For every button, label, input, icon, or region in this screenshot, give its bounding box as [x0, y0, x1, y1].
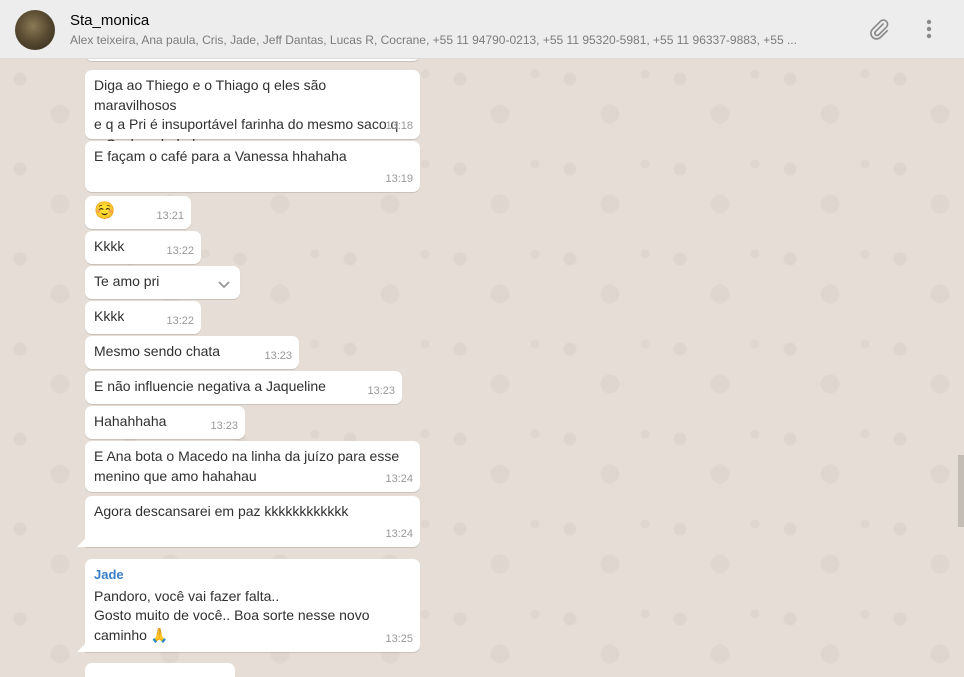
message-bubble[interactable]: Hahahhaha 13:23 — [85, 406, 245, 439]
message-time: 13:19 — [385, 172, 413, 185]
message-bubble[interactable]: E não influencie negativa a Jaqueline 13… — [85, 371, 402, 404]
message-bubble[interactable]: Kkkk 13:22 — [85, 301, 201, 334]
message-text: Te amo pri — [94, 273, 160, 289]
chat-header: Sta_monica Alex teixeira, Ana paula, Cri… — [0, 0, 964, 59]
menu-icon[interactable] — [916, 16, 942, 42]
group-avatar[interactable] — [15, 10, 55, 50]
message-text: E Ana bota o Macedo na linha da juízo pa… — [94, 448, 400, 484]
message-text: E não influencie negativa a Jaqueline — [94, 378, 326, 394]
message-time: 13:23 — [210, 419, 238, 432]
participants-list[interactable]: Alex teixeira, Ana paula, Cris, Jade, Je… — [70, 33, 845, 47]
message-time: 13:24 — [385, 527, 413, 540]
message-bubble[interactable]: E Ana bota o Macedo na linha da juízo pa… — [85, 441, 420, 492]
message-list[interactable]: Diga ao Thiego e o Thiago q eles são mar… — [0, 59, 964, 677]
message-time: 13:23 — [367, 384, 395, 397]
scrollbar[interactable] — [958, 455, 964, 527]
message-bubble[interactable]: Agora descansarei em paz kkkkkkkkkkkk 13… — [77, 496, 420, 547]
message-time: 13:25 — [385, 632, 413, 645]
message-bubble[interactable]: Jade Pandoro, você vai fazer falta.. Gos… — [77, 559, 420, 652]
message-bubble[interactable]: E façam o café para a Vanessa hhahaha 13… — [85, 141, 420, 192]
bubble-tail — [77, 643, 86, 652]
message-bubble[interactable]: ☺️ 13:21 — [85, 196, 191, 229]
message-time: 13:21 — [156, 209, 184, 222]
message-text: Mesmo sendo chata — [94, 343, 221, 359]
message-time: 13:23 — [264, 349, 292, 362]
message-time: 13:18 — [385, 119, 413, 132]
chevron-down-icon[interactable] — [217, 276, 231, 296]
message-text: E façam o café para a Vanessa hhahaha — [94, 148, 347, 164]
message-text: Agora descansarei em paz kkkkkkkkkkkk — [94, 503, 349, 519]
message-time: 13:22 — [166, 244, 194, 257]
group-name[interactable]: Sta_monica — [70, 12, 149, 29]
message-bubble[interactable]: Diga ao Thiego e o Thiago q eles são mar… — [85, 70, 420, 152]
bubble-tail — [77, 538, 86, 547]
message-bubble[interactable] — [85, 59, 420, 61]
message-text: Pandoro, você vai fazer falta.. Gosto mu… — [94, 587, 370, 643]
attach-icon[interactable] — [866, 16, 892, 42]
message-time: 13:24 — [385, 472, 413, 485]
message-bubble[interactable]: Te amo pri — [85, 266, 240, 299]
message-bubble[interactable] — [85, 663, 235, 677]
message-bubble[interactable]: Mesmo sendo chata 13:23 — [85, 336, 299, 369]
message-bubble[interactable]: Kkkk 13:22 — [85, 231, 201, 264]
sender-name[interactable]: Jade — [94, 565, 411, 585]
message-time: 13:22 — [166, 314, 194, 327]
